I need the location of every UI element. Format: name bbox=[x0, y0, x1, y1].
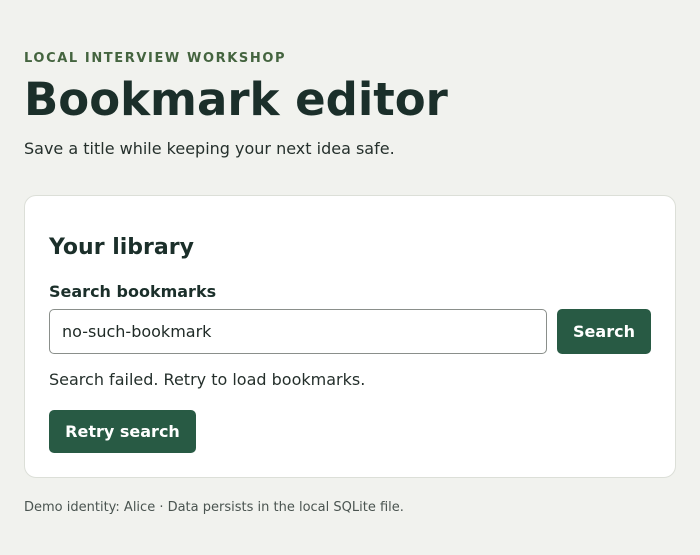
search-button[interactable]: Search bbox=[557, 309, 651, 354]
page-subtitle: Save a title while keeping your next ide… bbox=[24, 139, 395, 158]
library-card: Your library Search bookmarks Search Sea… bbox=[24, 195, 676, 478]
search-input[interactable] bbox=[49, 309, 547, 354]
footer-note: Demo identity: Alice · Data persists in … bbox=[24, 500, 404, 515]
search-label: Search bookmarks bbox=[49, 282, 217, 301]
eyebrow-label: LOCAL INTERVIEW WORKSHOP bbox=[24, 51, 287, 66]
retry-search-button[interactable]: Retry search bbox=[49, 410, 196, 453]
search-error-message: Search failed. Retry to load bookmarks. bbox=[49, 370, 366, 389]
library-heading: Your library bbox=[49, 235, 194, 260]
page-title: Bookmark editor bbox=[24, 73, 448, 126]
